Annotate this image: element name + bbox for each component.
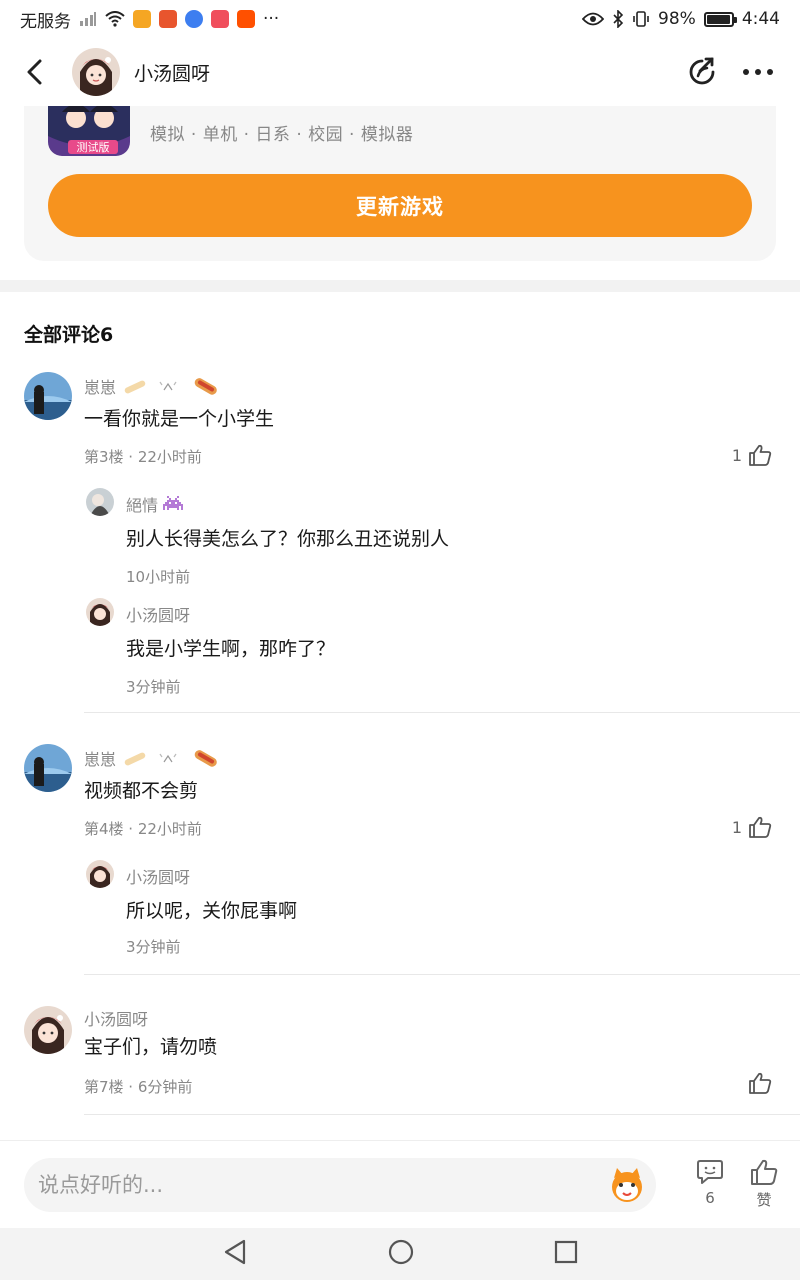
share-icon[interactable] <box>682 52 722 92</box>
user-avatar[interactable] <box>72 48 120 96</box>
comment-meta: 第4楼 · 22小时前 <box>84 820 202 838</box>
like-post-button[interactable]: 赞 <box>744 1159 784 1210</box>
thumbs-up-icon <box>749 1072 772 1094</box>
clock: 4:44 <box>741 9 780 29</box>
space-invader-icon <box>163 496 184 510</box>
eye-icon <box>582 12 605 26</box>
comment-text: 视频都不会剪 <box>84 780 199 802</box>
commenter-avatar[interactable] <box>24 744 72 792</box>
comment-divider <box>84 1114 800 1115</box>
comment-meta: 第3楼 · 22小时前 <box>84 448 202 466</box>
comment-count-button[interactable]: 6 <box>690 1159 730 1207</box>
system-nav-bar <box>0 1228 800 1280</box>
comment-divider <box>84 712 800 713</box>
reply-avatar[interactable] <box>86 488 114 516</box>
commenter-avatar[interactable] <box>24 372 72 420</box>
comment-item: 崽崽 一看你就是一个小学生 第3楼 · 22小时前 1 絕情 别人长得美怎么了？… <box>0 366 800 714</box>
like-label: 赞 <box>756 1191 772 1209</box>
vibrate-icon <box>633 11 649 27</box>
music-app-icon <box>185 10 203 28</box>
comment-item: 小汤圆呀 宝子们，请勿喷 第7楼 · 6分钟前 <box>0 1000 800 1116</box>
comment-input-box[interactable] <box>24 1158 656 1212</box>
thumbs-up-icon <box>751 1159 778 1185</box>
app-notification-icon <box>211 10 229 28</box>
reply-author[interactable]: 小汤圆呀 <box>126 864 190 888</box>
reply-meta: 10小时前 <box>126 568 191 586</box>
battery-percent: 98% <box>658 9 696 29</box>
back-arrow-icon[interactable] <box>22 59 48 85</box>
battery-icon <box>703 11 737 27</box>
comment-input[interactable] <box>38 1173 578 1197</box>
like-button[interactable] <box>742 1072 772 1094</box>
taobao-app-icon <box>237 10 255 28</box>
like-button[interactable]: 1 <box>732 444 772 466</box>
reply-avatar[interactable] <box>86 598 114 626</box>
comments-title: 全部评论6 <box>24 324 114 346</box>
emoji-decoration-icon <box>124 750 217 767</box>
signal-icon <box>80 12 96 26</box>
commenter-name[interactable]: 小汤圆呀 <box>84 1006 148 1030</box>
reply-meta: 3分钟前 <box>126 678 181 696</box>
section-divider <box>0 280 800 292</box>
commenter-avatar[interactable] <box>24 1006 72 1054</box>
mascot-emoji-icon[interactable] <box>608 1166 646 1204</box>
comment-text: 宝子们，请勿喷 <box>84 1036 218 1058</box>
reply-text: 我是小学生啊，那咋了？ <box>126 638 336 660</box>
reply-text: 别人长得美怎么了？你那么丑还说别人 <box>126 528 450 550</box>
game-tags: 模拟 · 单机 · 日系 · 校园 · 模拟器 <box>150 125 414 145</box>
app-notification-icon <box>159 10 177 28</box>
thumbs-up-icon <box>749 444 772 466</box>
bluetooth-icon <box>613 10 624 28</box>
reply-author[interactable]: 絕情 <box>126 492 158 516</box>
emoji-decoration-icon <box>124 378 217 395</box>
more-notifications-icon: ··· <box>263 9 280 29</box>
comment-text: 一看你就是一个小学生 <box>84 408 275 430</box>
comment-input-bar: 6 赞 <box>0 1140 800 1228</box>
app-notification-icon <box>133 10 151 28</box>
reply-text: 所以呢，关你屁事啊 <box>126 900 298 922</box>
nav-home-icon[interactable] <box>388 1239 414 1269</box>
comment-count: 6 <box>705 1189 715 1207</box>
reply-avatar[interactable] <box>86 860 114 888</box>
thumbs-up-icon <box>749 816 772 838</box>
wifi-icon <box>105 11 125 27</box>
reply-meta: 3分钟前 <box>126 938 181 956</box>
game-icon-badge: 测试版 <box>77 140 110 154</box>
commenter-name[interactable]: 崽崽 <box>84 746 116 770</box>
comment-bubble-icon <box>697 1160 723 1184</box>
header-username[interactable]: 小汤圆呀 <box>134 59 210 86</box>
game-card: 测试版 模拟 · 单机 · 日系 · 校园 · 模拟器 更新游戏 <box>24 106 776 261</box>
like-button[interactable]: 1 <box>732 816 772 838</box>
app-header: 小汤圆呀 <box>0 38 800 106</box>
comment-divider <box>84 974 800 975</box>
game-icon[interactable]: 测试版 <box>48 106 130 156</box>
commenter-name[interactable]: 崽崽 <box>84 374 116 398</box>
comment-item: 崽崽 视频都不会剪 第4楼 · 22小时前 1 小汤圆呀 所以呢，关你屁事啊 3… <box>0 738 800 976</box>
more-icon[interactable] <box>738 52 778 92</box>
like-count: 1 <box>731 817 742 837</box>
like-count: 1 <box>731 445 742 465</box>
status-bar: 无服务 ··· 98% 4:44 <box>0 0 800 38</box>
nav-recents-icon[interactable] <box>554 1240 578 1268</box>
carrier-label: 无服务 <box>20 11 71 32</box>
nav-back-icon[interactable] <box>222 1239 248 1269</box>
comment-meta: 第7楼 · 6分钟前 <box>84 1078 193 1096</box>
update-game-button[interactable]: 更新游戏 <box>48 174 752 237</box>
reply-author[interactable]: 小汤圆呀 <box>126 602 190 626</box>
